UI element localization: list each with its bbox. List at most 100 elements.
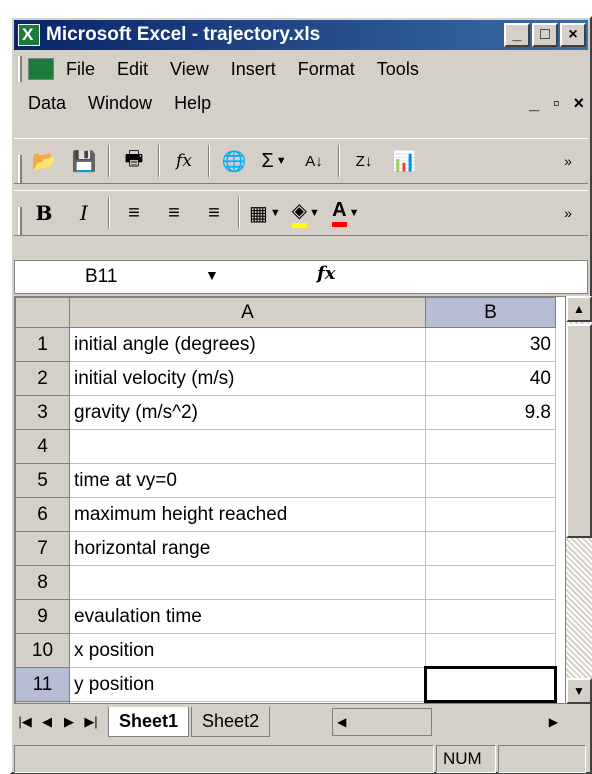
menu-window[interactable]: Window bbox=[88, 93, 152, 114]
cell-a[interactable]: gravity (m/s^2) bbox=[69, 395, 426, 430]
cell-b[interactable] bbox=[425, 497, 556, 532]
cell-a[interactable]: maximum height reached bbox=[69, 497, 426, 532]
scroll-down-icon[interactable]: ▼ bbox=[566, 678, 592, 704]
menu-grip[interactable] bbox=[18, 56, 22, 82]
menu-file[interactable]: File bbox=[66, 59, 95, 80]
toolbar-separator bbox=[108, 145, 110, 177]
row-header[interactable]: 7 bbox=[15, 531, 70, 566]
maximize-button[interactable]: □ bbox=[532, 23, 558, 47]
last-sheet-icon[interactable]: ▶| bbox=[80, 714, 102, 730]
status-panel bbox=[498, 745, 586, 773]
doc-restore-button[interactable]: ▫ bbox=[553, 93, 559, 114]
toolbar-grip[interactable] bbox=[18, 155, 22, 183]
chart-wizard-icon[interactable]: 📊 bbox=[389, 145, 419, 177]
status-bar: NUM bbox=[14, 744, 588, 774]
column-header-a[interactable]: A bbox=[69, 297, 426, 328]
status-num: NUM bbox=[436, 745, 496, 773]
sort-ascending-icon[interactable]: A↓ bbox=[299, 145, 329, 177]
row-header[interactable]: 3 bbox=[15, 395, 70, 430]
cell-b[interactable] bbox=[425, 429, 556, 464]
cell-b[interactable] bbox=[425, 531, 556, 566]
row-header[interactable]: 5 bbox=[15, 463, 70, 498]
cell-a[interactable]: y position bbox=[69, 667, 426, 702]
row-header[interactable]: 9 bbox=[15, 599, 70, 634]
scroll-left-icon[interactable]: ◀ bbox=[333, 715, 346, 729]
vertical-scrollbar[interactable]: ▲ ▼ bbox=[566, 296, 592, 704]
cell-b[interactable] bbox=[425, 463, 556, 498]
cell-b[interactable] bbox=[425, 599, 556, 634]
cell-a[interactable]: initial angle (degrees) bbox=[69, 327, 426, 362]
scroll-right-icon[interactable]: ▶ bbox=[549, 715, 558, 729]
menu-bar: File Edit View Insert Format Tools Data … bbox=[14, 52, 588, 132]
workbook-icon[interactable] bbox=[28, 58, 54, 80]
italic-icon[interactable]: I bbox=[69, 197, 99, 229]
menu-help[interactable]: Help bbox=[174, 93, 211, 114]
toolbar-options-icon[interactable]: » bbox=[553, 145, 583, 177]
row-header[interactable]: 6 bbox=[15, 497, 70, 532]
doc-minimize-button[interactable]: _ bbox=[529, 93, 539, 114]
scroll-thumb[interactable] bbox=[566, 324, 592, 538]
menu-view[interactable]: View bbox=[170, 59, 209, 80]
row-header[interactable]: 11 bbox=[15, 667, 70, 702]
toolbar-options-icon[interactable]: » bbox=[553, 197, 583, 229]
menu-tools[interactable]: Tools bbox=[377, 59, 419, 80]
cell-a[interactable] bbox=[69, 565, 426, 600]
open-icon[interactable]: 📂 bbox=[29, 145, 59, 177]
next-sheet-icon[interactable]: ▶ bbox=[58, 714, 80, 730]
row-header[interactable]: 1 bbox=[15, 327, 70, 362]
cell-b[interactable] bbox=[425, 633, 556, 668]
autosum-icon[interactable]: Σ ▼ bbox=[259, 145, 289, 177]
hyperlink-icon[interactable]: 🌐 bbox=[219, 145, 249, 177]
cell-a[interactable]: horizontal range bbox=[69, 531, 426, 566]
menu-format[interactable]: Format bbox=[298, 59, 355, 80]
column-header-b[interactable]: B bbox=[425, 297, 556, 328]
save-icon[interactable]: 💾 bbox=[69, 145, 99, 177]
cell-a[interactable]: x position bbox=[69, 633, 426, 668]
font-color-icon[interactable]: A ▼ bbox=[331, 197, 361, 229]
cell-a[interactable]: time at vy=0 bbox=[69, 463, 426, 498]
menu-edit[interactable]: Edit bbox=[117, 59, 148, 80]
align-right-icon[interactable]: ≡ bbox=[199, 197, 229, 229]
prev-sheet-icon[interactable]: ◀ bbox=[36, 714, 58, 730]
borders-icon[interactable]: ▦ ▼ bbox=[249, 197, 281, 229]
status-message bbox=[14, 745, 434, 773]
row-header[interactable]: 2 bbox=[15, 361, 70, 396]
chevron-down-icon[interactable]: ▼ bbox=[205, 267, 219, 283]
toolbar-separator bbox=[338, 145, 340, 177]
table-row: 4 bbox=[15, 429, 556, 464]
horizontal-scrollbar[interactable]: ◀ bbox=[332, 708, 433, 736]
cell-b[interactable] bbox=[425, 565, 556, 600]
print-icon[interactable]: 🖶 bbox=[119, 145, 149, 177]
scroll-up-icon[interactable]: ▲ bbox=[566, 296, 592, 322]
row-header[interactable]: 10 bbox=[15, 633, 70, 668]
menu-data[interactable]: Data bbox=[28, 93, 66, 114]
table-row: 3 gravity (m/s^2) 9.8 bbox=[15, 395, 556, 430]
tab-sheet1[interactable]: Sheet1 bbox=[108, 707, 190, 737]
active-cell[interactable] bbox=[424, 666, 557, 703]
row-header[interactable]: 4 bbox=[15, 429, 70, 464]
excel-icon[interactable]: X bbox=[18, 24, 40, 46]
sort-descending-icon[interactable]: Z↓ bbox=[349, 145, 379, 177]
cell-a[interactable]: initial velocity (m/s) bbox=[69, 361, 426, 396]
fill-color-icon[interactable]: ◈ ▼ bbox=[291, 197, 321, 229]
menu-insert[interactable]: Insert bbox=[231, 59, 276, 80]
cell-b[interactable]: 30 bbox=[425, 327, 556, 362]
first-sheet-icon[interactable]: |◀ bbox=[14, 714, 36, 730]
insert-function-icon[interactable]: fx bbox=[169, 145, 199, 177]
minimize-button[interactable]: _ bbox=[504, 23, 530, 47]
toolbar-grip[interactable] bbox=[18, 207, 22, 235]
align-center-icon[interactable]: ≡ bbox=[159, 197, 189, 229]
cell-b[interactable]: 9.8 bbox=[425, 395, 556, 430]
select-all-corner[interactable] bbox=[15, 297, 70, 328]
tab-sheet2[interactable]: Sheet2 bbox=[191, 707, 271, 737]
row-header[interactable]: 8 bbox=[15, 565, 70, 600]
bold-icon[interactable]: B bbox=[29, 197, 59, 229]
doc-close-button[interactable]: × bbox=[573, 93, 584, 114]
title-bar[interactable]: X Microsoft Excel - trajectory.xls _ □ × bbox=[14, 20, 588, 50]
cell-a[interactable] bbox=[69, 429, 426, 464]
close-button[interactable]: × bbox=[560, 23, 586, 47]
align-left-icon[interactable]: ≡ bbox=[119, 197, 149, 229]
cell-a[interactable]: evaulation time bbox=[69, 599, 426, 634]
cell-b[interactable]: 40 bbox=[425, 361, 556, 396]
fx-icon[interactable]: fx bbox=[317, 263, 335, 284]
